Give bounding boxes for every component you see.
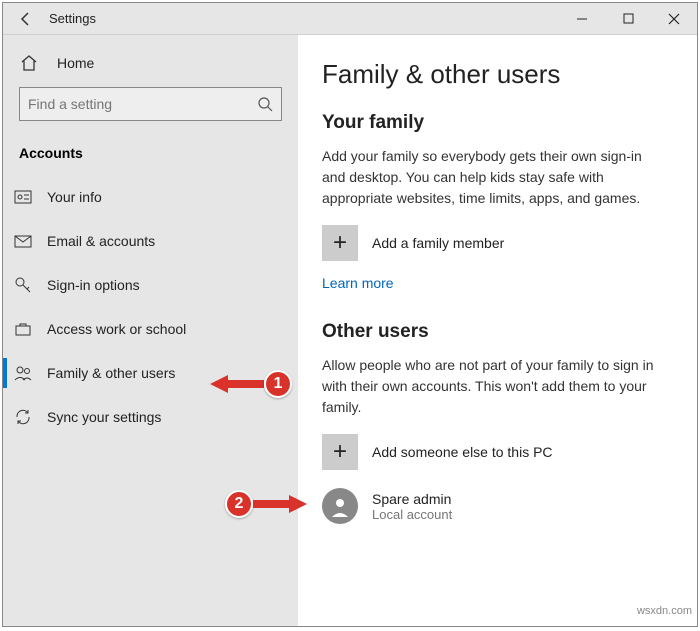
sidebar: Home Accounts Your info Email & accounts	[3, 35, 298, 626]
user-entry[interactable]: Spare admin Local account	[322, 488, 669, 524]
person-card-icon	[13, 187, 33, 207]
sidebar-item-label: Sync your settings	[47, 409, 161, 425]
maximize-button[interactable]	[605, 3, 651, 35]
page-heading: Family & other users	[322, 59, 669, 90]
other-heading: Other users	[322, 321, 669, 343]
sidebar-item-label: Access work or school	[47, 321, 186, 337]
add-other-button[interactable]: + Add someone else to this PC	[322, 434, 669, 470]
user-name: Spare admin	[372, 491, 452, 507]
family-description: Add your family so everybody gets their …	[322, 146, 669, 209]
other-description: Allow people who are not part of your fa…	[322, 355, 669, 418]
section-title: Accounts	[3, 137, 298, 175]
sidebar-item-family[interactable]: Family & other users	[3, 351, 298, 395]
sidebar-item-work[interactable]: Access work or school	[3, 307, 298, 351]
close-button[interactable]	[651, 3, 697, 35]
sidebar-item-your-info[interactable]: Your info	[3, 175, 298, 219]
sidebar-item-label: Sign-in options	[47, 277, 140, 293]
search-input[interactable]	[28, 96, 257, 112]
people-icon	[13, 363, 33, 383]
learn-more-link[interactable]: Learn more	[322, 275, 669, 291]
home-label: Home	[57, 55, 94, 71]
briefcase-icon	[13, 319, 33, 339]
watermark: wsxdn.com	[637, 605, 692, 617]
mail-icon	[13, 231, 33, 251]
family-heading: Your family	[322, 112, 669, 134]
avatar-icon	[322, 488, 358, 524]
add-family-label: Add a family member	[372, 235, 504, 251]
search-icon	[257, 96, 273, 112]
sidebar-item-label: Family & other users	[47, 365, 175, 381]
minimize-button[interactable]	[559, 3, 605, 35]
home-link[interactable]: Home	[3, 43, 298, 83]
window-title: Settings	[49, 11, 96, 26]
sidebar-item-signin[interactable]: Sign-in options	[3, 263, 298, 307]
search-box[interactable]	[19, 87, 282, 121]
sidebar-item-email[interactable]: Email & accounts	[3, 219, 298, 263]
home-icon	[19, 54, 39, 72]
add-family-button[interactable]: + Add a family member	[322, 225, 669, 261]
user-type: Local account	[372, 507, 452, 522]
add-other-label: Add someone else to this PC	[372, 444, 553, 460]
sidebar-item-sync[interactable]: Sync your settings	[3, 395, 298, 439]
key-icon	[13, 275, 33, 295]
back-button[interactable]	[3, 11, 49, 27]
sync-icon	[13, 407, 33, 427]
titlebar: Settings	[3, 3, 697, 35]
main-content: Family & other users Your family Add you…	[298, 35, 697, 626]
plus-icon: +	[322, 225, 358, 261]
sidebar-item-label: Email & accounts	[47, 233, 155, 249]
plus-icon: +	[322, 434, 358, 470]
sidebar-item-label: Your info	[47, 189, 102, 205]
